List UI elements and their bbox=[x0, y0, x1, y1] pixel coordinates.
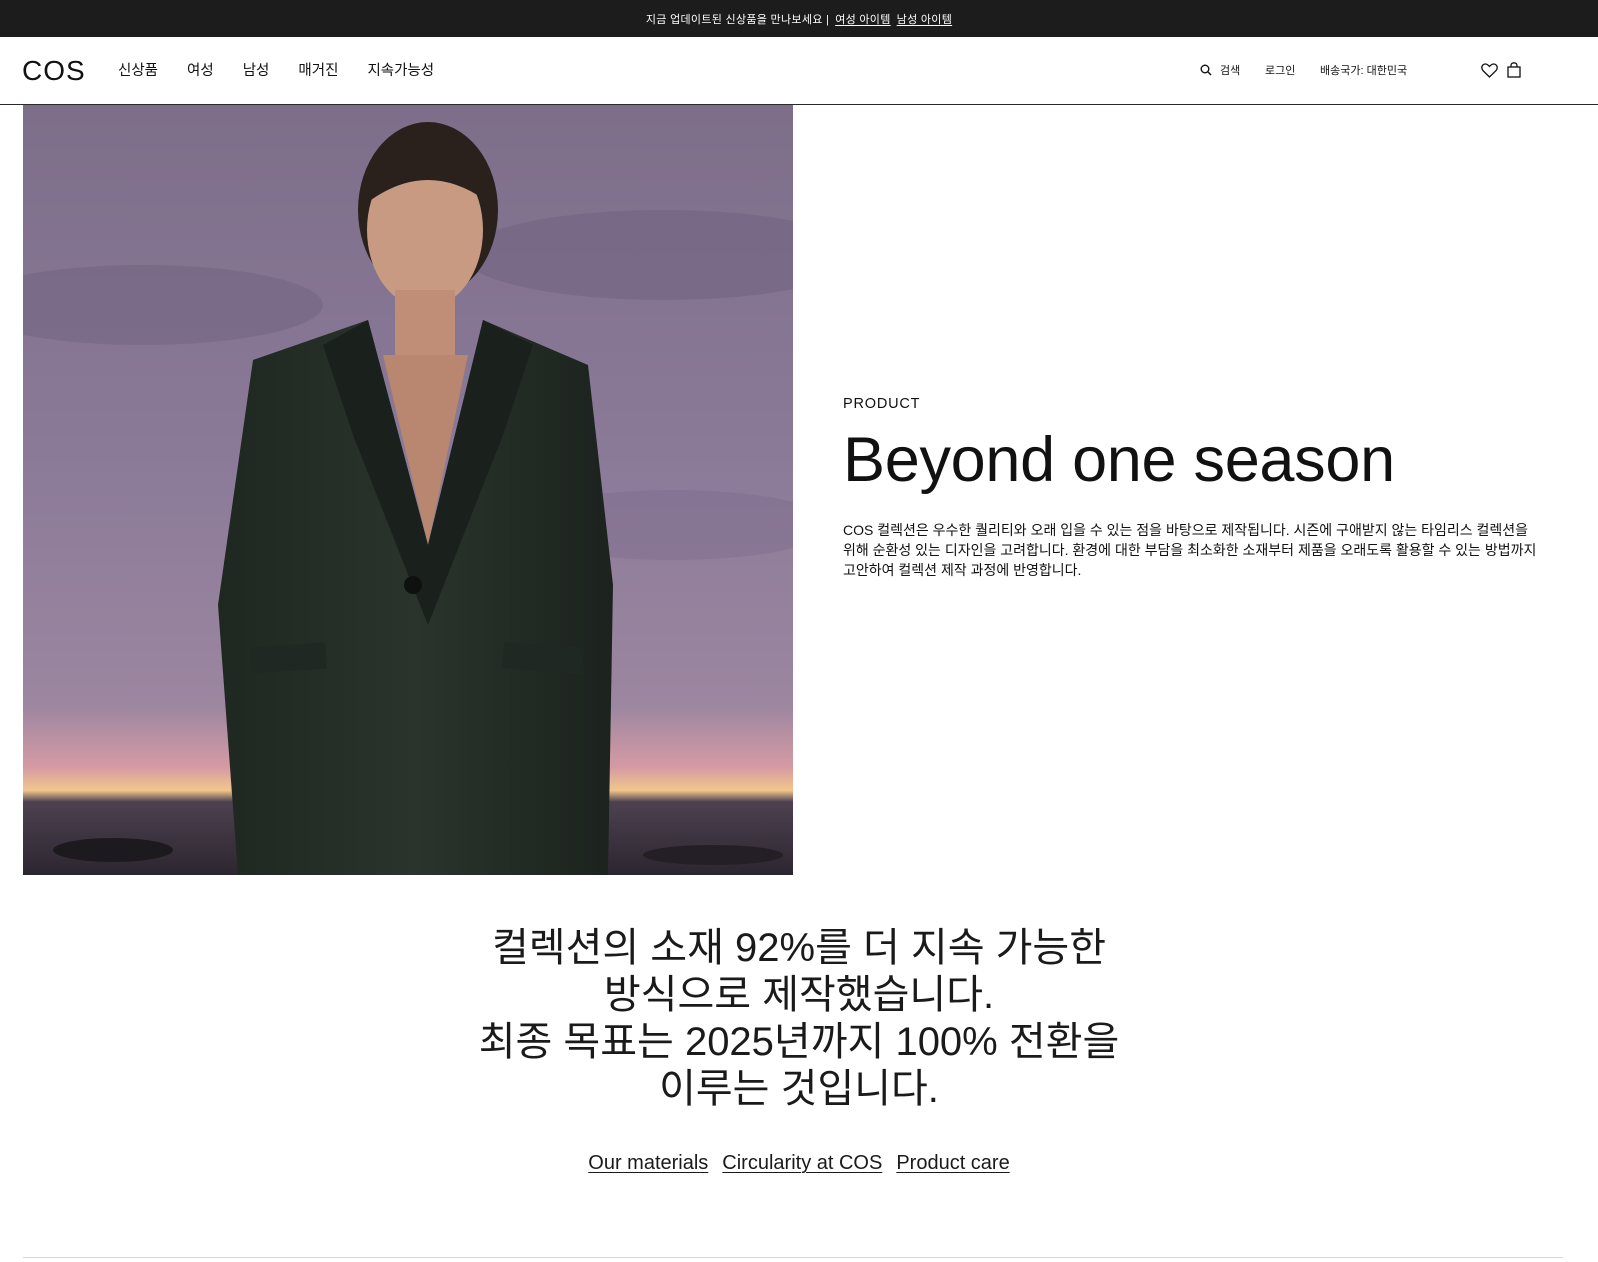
statement-line: 방식으로 제작했습니다. bbox=[603, 973, 995, 1017]
nav-item-men[interactable]: 남성 bbox=[243, 61, 270, 81]
search-label: 검색 bbox=[1220, 65, 1241, 77]
statement-line: 최종 목표는 2025년까지 100% 전환을 bbox=[478, 1020, 1120, 1064]
search-icon bbox=[1200, 64, 1212, 76]
link-circularity[interactable]: Circularity at COS bbox=[722, 1152, 882, 1175]
cos-logo[interactable]: COS bbox=[22, 56, 86, 86]
statement-line: 이루는 것입니다. bbox=[659, 1067, 939, 1111]
related-links: Our materials Circularity at COS Product… bbox=[0, 1152, 1598, 1175]
site-header: COS 신상품 여성 남성 매거진 지속가능성 검색 로그인 배송국가: 대한민… bbox=[0, 37, 1598, 105]
model-photo bbox=[23, 105, 793, 875]
search-button[interactable]: 검색 bbox=[1200, 62, 1240, 78]
shopping-bag-icon[interactable] bbox=[1507, 62, 1521, 78]
link-product-care[interactable]: Product care bbox=[896, 1152, 1009, 1175]
main-nav: 신상품 여성 남성 매거진 지속가능성 bbox=[118, 61, 463, 81]
section-divider bbox=[23, 1257, 1563, 1258]
nav-item-women[interactable]: 여성 bbox=[187, 61, 214, 81]
hero-image bbox=[23, 105, 793, 875]
nav-item-sustainability[interactable]: 지속가능성 bbox=[367, 61, 434, 81]
heart-icon[interactable] bbox=[1481, 62, 1498, 78]
eyebrow-label: PRODUCT bbox=[843, 396, 921, 412]
link-our-materials[interactable]: Our materials bbox=[588, 1152, 708, 1175]
page-title: Beyond one season bbox=[843, 425, 1395, 495]
header-icons bbox=[1481, 62, 1521, 78]
announcement-link-women[interactable]: 여성 아이템 bbox=[835, 11, 890, 27]
announcement-text: 지금 업데이트된 신상품을 만나보세요 | bbox=[645, 13, 830, 26]
hero-text-block: PRODUCT Beyond one season COS 컬렉션은 우수한 퀄… bbox=[843, 396, 1543, 580]
announcement-link-men[interactable]: 남성 아이템 bbox=[897, 11, 952, 27]
country-selector[interactable]: 배송국가: 대한민국 bbox=[1320, 62, 1407, 78]
login-link[interactable]: 로그인 bbox=[1265, 62, 1295, 78]
announcement-bar: 지금 업데이트된 신상품을 만나보세요 | 여성 아이템 남성 아이템 bbox=[0, 0, 1598, 37]
hero-body-text: COS 컬렉션은 우수한 퀄리티와 오래 입을 수 있는 점을 바탕으로 제작됩… bbox=[843, 522, 1537, 578]
sustainability-statement: 컬렉션의 소재 92%를 더 지속 가능한 방식으로 제작했습니다. 최종 목표… bbox=[0, 925, 1598, 1113]
nav-item-magazine[interactable]: 매거진 bbox=[298, 61, 338, 81]
statement-line: 컬렉션의 소재 92%를 더 지속 가능한 bbox=[491, 926, 1107, 970]
nav-item-new[interactable]: 신상품 bbox=[118, 61, 158, 81]
